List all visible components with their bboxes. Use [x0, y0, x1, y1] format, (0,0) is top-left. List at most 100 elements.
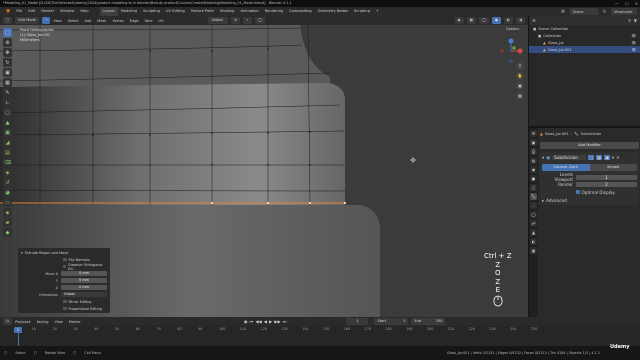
shear-icon[interactable]: ▰	[3, 218, 12, 227]
menu-uv[interactable]: UV	[156, 19, 167, 23]
menu-file[interactable]: File	[13, 7, 25, 16]
menu-edit[interactable]: Edit	[25, 7, 38, 16]
move-y-field[interactable]: 0 mm	[61, 278, 107, 283]
outliner-row-glass-jar[interactable]: ▲ Glass_Jar 👁	[529, 39, 640, 46]
annotate-icon[interactable]: ✎	[3, 88, 12, 97]
add-modifier-button[interactable]: Add Modifier	[540, 142, 639, 149]
orientation-dropdown[interactable]: Global	[61, 292, 107, 297]
menu-keying[interactable]: Keying	[34, 320, 52, 324]
catmull-clark-button[interactable]: Catmull-Clark	[542, 164, 590, 171]
tool-tab-icon[interactable]: ⚒	[530, 130, 537, 137]
play-icon[interactable]: ▶	[269, 319, 272, 324]
bevel-icon[interactable]: ◢	[3, 138, 12, 147]
menu-marker[interactable]: Marker	[66, 320, 84, 324]
texture-tab-icon[interactable]: ▦	[530, 247, 537, 254]
output-tab-icon[interactable]: ⎙	[530, 148, 537, 155]
proportional-editing-checkbox[interactable]	[63, 306, 67, 311]
tab-uv-editing[interactable]: UV Editing	[163, 7, 188, 16]
simple-button[interactable]: Simple	[589, 164, 637, 171]
start-frame-field[interactable]: Start 1	[374, 318, 409, 325]
camera-icon[interactable]: ▣	[516, 82, 524, 90]
edit-mode-toggle-icon[interactable]: □	[588, 155, 595, 160]
outliner-row-scene-collection[interactable]: ▣ Scene Collection	[529, 25, 640, 32]
scene-tab-icon[interactable]: ◉	[530, 166, 537, 173]
proportional-edit-icon[interactable]: ◯	[254, 17, 265, 24]
blender-logo-icon[interactable]: ◉	[3, 7, 13, 16]
measure-icon[interactable]: ∟	[3, 98, 12, 107]
scale-icon[interactable]: ▣	[3, 68, 12, 77]
material-shading-icon[interactable]: ◐	[503, 17, 513, 24]
menu-help[interactable]: Help	[77, 7, 91, 16]
modifier-tab-icon[interactable]: 🔧	[530, 193, 537, 200]
visibility-icon[interactable]: 👁	[631, 48, 636, 52]
xray-icon[interactable]: ▩	[466, 17, 476, 24]
vertex-select-icon[interactable]: •	[42, 17, 51, 24]
render-levels-field[interactable]: 2	[576, 181, 637, 187]
outliner-row-glass-jar-001[interactable]: ▲ Glass_Jar.001 👁	[529, 46, 640, 53]
object-tab-icon[interactable]: ▢	[530, 184, 537, 191]
render-toggle-icon[interactable]: ▣	[604, 155, 610, 160]
advanced-expand-icon[interactable]: ▸	[542, 198, 544, 203]
tab-rendering[interactable]: Rendering	[262, 7, 286, 16]
expand-icon[interactable]: ▾	[542, 155, 544, 160]
view-layer-tab-icon[interactable]: ▤	[530, 157, 537, 164]
menu-mesh[interactable]: Mesh	[94, 19, 109, 23]
pivot-icon[interactable]: ⧖	[231, 17, 240, 24]
next-key-icon[interactable]: ▶▶	[274, 319, 280, 324]
extrude-icon[interactable]: ▲	[3, 118, 12, 127]
record-icon[interactable]: ●	[244, 319, 248, 324]
rotate-icon[interactable]: ↻	[3, 58, 12, 67]
add-cube-icon[interactable]: ▢	[3, 108, 12, 117]
modifier-name-field[interactable]: Subdivision	[552, 155, 587, 160]
current-frame-field[interactable]: 1	[346, 318, 369, 325]
menu-window[interactable]: Window	[57, 7, 77, 16]
tab-sculpting[interactable]: Sculpting	[140, 7, 163, 16]
pan-hand-icon[interactable]: ✋	[516, 72, 524, 80]
timeline-area[interactable]: 1 10 20 30 40 50 60 70 80 90 100 110 120 130 140 150 16…	[0, 326, 640, 346]
physics-tab-icon[interactable]: ◯	[530, 211, 537, 218]
menu-select[interactable]: Select	[65, 19, 82, 23]
play-reverse-icon[interactable]: ◀	[264, 319, 267, 324]
jump-start-icon[interactable]: ⏮	[250, 319, 254, 324]
maximize-icon[interactable]: ☐	[625, 1, 629, 6]
mirror-editing-checkbox[interactable]	[63, 299, 67, 304]
loop-cut-icon[interactable]: ▤	[3, 148, 12, 157]
menu-playback[interactable]: Playback	[12, 320, 34, 324]
move-x-field[interactable]: 0 mm	[61, 271, 107, 276]
material-tab-icon[interactable]: ◐	[530, 238, 537, 245]
grid-icon[interactable]: ▦	[516, 92, 524, 100]
menu-edge[interactable]: Edge	[127, 19, 142, 23]
advanced-section-label[interactable]: Advanced	[546, 198, 567, 203]
add-workspace-icon[interactable]: +	[373, 7, 382, 16]
menu-face[interactable]: Face	[142, 19, 156, 23]
particles-tab-icon[interactable]: ∴	[530, 202, 537, 209]
scene-name-field[interactable]: Scene	[569, 8, 598, 15]
spin-icon[interactable]: ↺	[3, 178, 12, 187]
constraints-tab-icon[interactable]: ☍	[530, 220, 537, 227]
jump-end-icon[interactable]: ⏭	[283, 319, 287, 324]
menu-render[interactable]: Render	[38, 7, 57, 16]
orientation-dropdown[interactable]: Global	[208, 17, 229, 24]
wireframe-shading-icon[interactable]: ◯	[478, 17, 489, 24]
menu-view[interactable]: View	[50, 19, 64, 23]
tab-animation[interactable]: Animation	[237, 7, 261, 16]
inset-icon[interactable]: ▣	[3, 128, 12, 137]
solid-shading-icon[interactable]: ●	[491, 17, 501, 24]
rip-icon[interactable]: ◆	[3, 228, 12, 237]
outliner-row-collection[interactable]: ▣ Collection 👁	[529, 32, 640, 39]
tab-geometry-nodes[interactable]: Geometry Nodes	[315, 7, 351, 16]
tab-texture-paint[interactable]: Texture Paint	[188, 7, 217, 16]
timeline-editor-icon[interactable]: ◷	[3, 318, 13, 325]
move-icon[interactable]: ✥	[3, 48, 12, 57]
mode-dropdown[interactable]: Edit Mode	[15, 17, 40, 24]
select-box-icon[interactable]: □	[3, 28, 12, 37]
move-z-field[interactable]: 0 mm	[61, 285, 107, 290]
tab-shading[interactable]: Shading	[217, 7, 238, 16]
tab-layout[interactable]: Layout	[99, 7, 118, 16]
menu-vertex[interactable]: Vertex	[110, 19, 127, 23]
world-tab-icon[interactable]: ●	[530, 175, 537, 182]
dropdown-arrow-icon[interactable]: ▾	[612, 155, 614, 160]
minimize-icon[interactable]: —	[615, 1, 619, 6]
tab-scripting[interactable]: Scripting	[351, 7, 373, 16]
smooth-icon[interactable]: ◕	[3, 188, 12, 197]
